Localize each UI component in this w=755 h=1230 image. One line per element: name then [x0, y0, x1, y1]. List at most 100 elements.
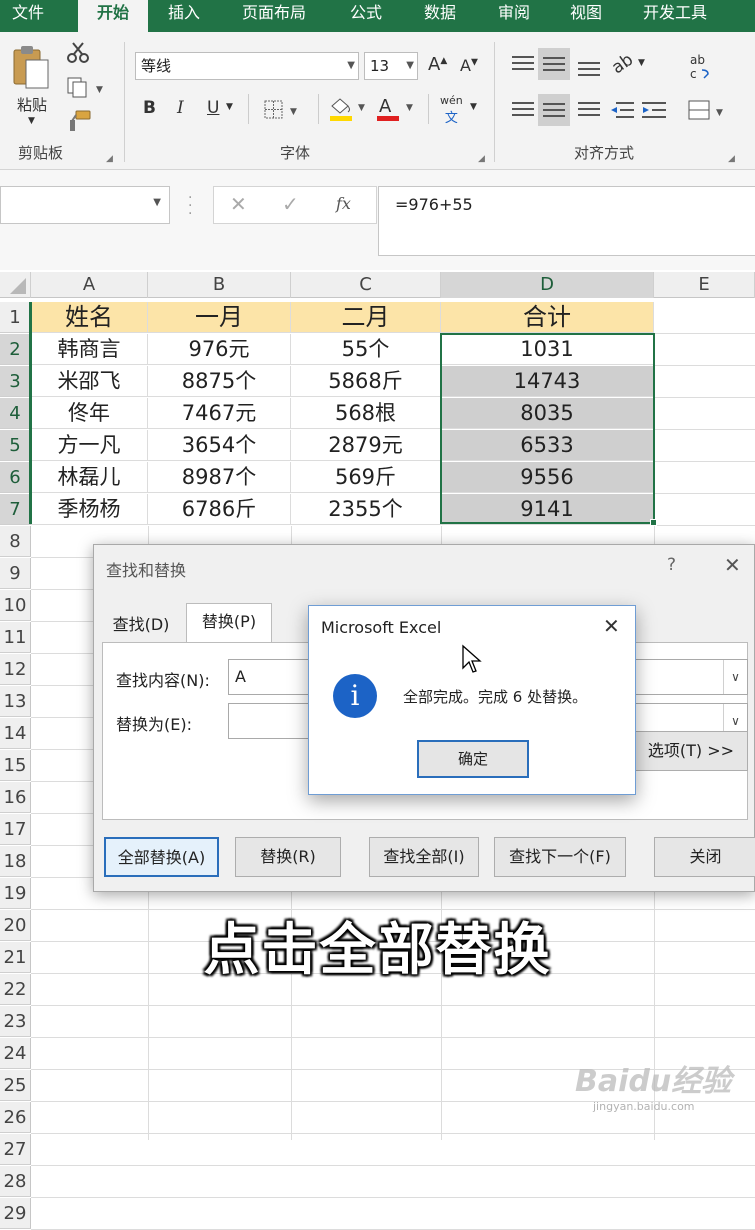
row-header[interactable]: 12: [0, 654, 31, 685]
insert-function-icon[interactable]: fx: [336, 194, 351, 213]
row-header[interactable]: 1: [0, 302, 31, 333]
row-header[interactable]: 2: [0, 334, 31, 365]
orientation-icon[interactable]: ab: [608, 50, 637, 79]
tab-formulas[interactable]: 公式: [350, 0, 382, 32]
find-next-button[interactable]: 查找下一个(F): [494, 837, 626, 877]
row-header[interactable]: 26: [0, 1102, 31, 1133]
decrease-indent-icon[interactable]: [608, 100, 636, 120]
align-right-icon[interactable]: [578, 102, 600, 116]
borders-icon[interactable]: ▼: [264, 100, 302, 120]
row-header[interactable]: 5: [0, 430, 31, 461]
tab-insert[interactable]: 插入: [168, 0, 200, 32]
tab-view[interactable]: 视图: [570, 0, 602, 32]
row-header[interactable]: 17: [0, 814, 31, 845]
fill-handle[interactable]: [650, 519, 657, 526]
underline-dropdown-icon[interactable]: ▼: [226, 102, 233, 112]
row-header[interactable]: 14: [0, 718, 31, 749]
dialog-close-icon[interactable]: ✕: [724, 553, 741, 577]
cell-b5[interactable]: 3654个: [148, 430, 291, 461]
row-header[interactable]: 8: [0, 526, 31, 557]
row-header[interactable]: 3: [0, 366, 31, 397]
cell-c7[interactable]: 2355个: [291, 494, 441, 525]
phonetic-guide-button[interactable]: wén 文: [440, 94, 463, 126]
enter-icon[interactable]: ✓: [282, 192, 299, 216]
row-header[interactable]: 7: [0, 494, 31, 525]
chevron-down-icon[interactable]: ∨: [723, 660, 747, 694]
paste-icon[interactable]: [12, 44, 52, 92]
cell-b2[interactable]: 976元: [148, 334, 291, 365]
cut-icon[interactable]: [66, 42, 90, 64]
align-middle-icon[interactable]: [538, 48, 570, 80]
row-header[interactable]: 27: [0, 1134, 31, 1165]
tab-find[interactable]: 查找(D): [102, 609, 180, 641]
column-header-a[interactable]: A: [31, 272, 148, 298]
cell-b7[interactable]: 6786斤: [148, 494, 291, 525]
message-box-close-icon[interactable]: ✕: [603, 614, 620, 638]
cell-b4[interactable]: 7467元: [148, 398, 291, 429]
column-header-d[interactable]: D: [441, 272, 654, 298]
drag-handle-icon[interactable]: · · ·: [188, 191, 192, 221]
cell-a3[interactable]: 米邵飞: [31, 366, 148, 397]
cell-a5[interactable]: 方一凡: [31, 430, 148, 461]
copy-icon[interactable]: ▼: [66, 76, 106, 98]
font-size-combo[interactable]: 13 ▼: [364, 52, 418, 80]
cell-b1[interactable]: 一月: [148, 302, 291, 333]
find-all-button[interactable]: 查找全部(I): [369, 837, 479, 877]
row-header[interactable]: 18: [0, 846, 31, 877]
replace-button[interactable]: 替换(R): [235, 837, 341, 877]
increase-indent-icon[interactable]: [640, 100, 668, 120]
column-header-e[interactable]: E: [654, 272, 755, 298]
row-header[interactable]: 25: [0, 1070, 31, 1101]
formula-input[interactable]: =976+55: [378, 186, 755, 256]
row-header[interactable]: 23: [0, 1006, 31, 1037]
row-header[interactable]: 4: [0, 398, 31, 429]
row-header[interactable]: 9: [0, 558, 31, 589]
merge-center-icon[interactable]: ▼: [688, 98, 728, 124]
underline-button[interactable]: U: [207, 98, 219, 118]
cell-b6[interactable]: 8987个: [148, 462, 291, 493]
row-header[interactable]: 13: [0, 686, 31, 717]
cell-a7[interactable]: 季杨杨: [31, 494, 148, 525]
italic-button[interactable]: I: [177, 98, 184, 118]
select-all-corner[interactable]: [0, 272, 31, 298]
align-top-icon[interactable]: [512, 56, 534, 70]
cell-c3[interactable]: 5868斤: [291, 366, 441, 397]
cancel-icon[interactable]: ✕: [230, 192, 247, 216]
format-painter-icon[interactable]: [66, 110, 92, 132]
align-left-icon[interactable]: [512, 102, 534, 116]
font-color-icon[interactable]: A ▼: [376, 94, 418, 124]
help-button[interactable]: ?: [667, 555, 676, 575]
row-header[interactable]: 16: [0, 782, 31, 813]
cell-b3[interactable]: 8875个: [148, 366, 291, 397]
cell-a1[interactable]: 姓名: [31, 302, 148, 333]
options-button[interactable]: 选项(T) >>: [634, 731, 748, 771]
cell-a6[interactable]: 林磊儿: [31, 462, 148, 493]
cell-c4[interactable]: 568根: [291, 398, 441, 429]
align-bottom-icon[interactable]: [578, 62, 600, 76]
clipboard-launcher-icon[interactable]: ◢: [106, 154, 113, 164]
alignment-launcher-icon[interactable]: ◢: [728, 154, 735, 164]
tab-home[interactable]: 开始: [78, 0, 148, 32]
bold-button[interactable]: B: [143, 98, 156, 118]
row-header[interactable]: 10: [0, 590, 31, 621]
cell-d1[interactable]: 合计: [441, 302, 654, 333]
tab-file[interactable]: 文件: [12, 0, 44, 32]
row-header[interactable]: 24: [0, 1038, 31, 1069]
cell-c1[interactable]: 二月: [291, 302, 441, 333]
cell-c5[interactable]: 2879元: [291, 430, 441, 461]
row-header[interactable]: 15: [0, 750, 31, 781]
align-center-icon[interactable]: [538, 94, 570, 126]
cell-a2[interactable]: 韩商言: [31, 334, 148, 365]
cell-a4[interactable]: 佟年: [31, 398, 148, 429]
name-box[interactable]: ▼: [0, 186, 170, 224]
column-header-b[interactable]: B: [148, 272, 291, 298]
row-header[interactable]: 29: [0, 1198, 31, 1229]
wrap-text-icon[interactable]: ab c: [688, 52, 728, 82]
row-header[interactable]: 6: [0, 462, 31, 493]
replace-all-button[interactable]: 全部替换(A): [104, 837, 219, 877]
row-header[interactable]: 11: [0, 622, 31, 653]
column-header-c[interactable]: C: [291, 272, 441, 298]
font-launcher-icon[interactable]: ◢: [478, 154, 485, 164]
tab-replace[interactable]: 替换(P): [186, 603, 272, 643]
tab-data[interactable]: 数据: [424, 0, 456, 32]
